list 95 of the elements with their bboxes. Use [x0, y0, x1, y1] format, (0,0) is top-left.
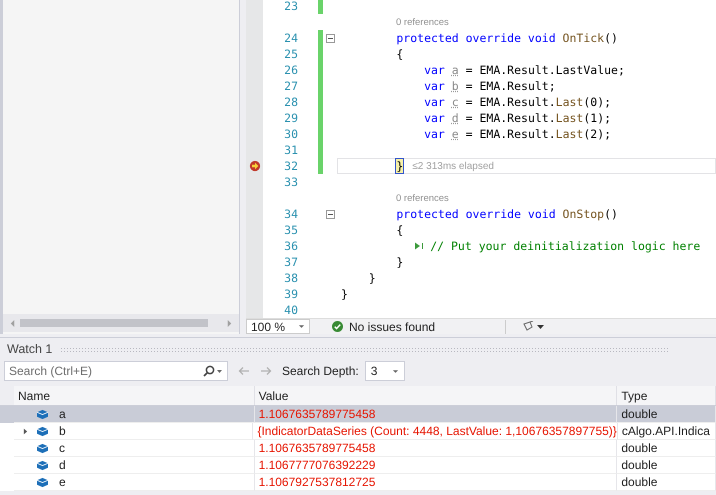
code-text: = EMA.Result. [464, 127, 556, 141]
variable-name: e [452, 127, 459, 141]
method-name: OnStop [562, 207, 604, 221]
collapse-icon[interactable] [326, 210, 334, 218]
code-text: } [368, 271, 376, 285]
scrollbar-thumb[interactable] [20, 319, 208, 327]
variable-name: d [59, 458, 66, 472]
run-to-click-icon[interactable] [414, 241, 424, 251]
collapse-icon[interactable] [326, 34, 334, 42]
code-text: } [341, 287, 348, 301]
search-field[interactable]: Search (Ctrl+E) [4, 361, 228, 381]
horizontal-scrollbar[interactable] [3, 314, 239, 332]
watch-row[interactable]: b {IndicatorDataSeries (Count: 4448, LastValue: 1,10676357897755)} cAlgo.API.Indica [0, 423, 716, 440]
line-number: 40 [284, 303, 298, 317]
variable-name: d [452, 111, 459, 125]
code-text: (2); [583, 127, 612, 141]
back-arrow-icon[interactable] [238, 366, 250, 376]
keyword: protected override void [396, 207, 557, 221]
line-number: 34 [284, 207, 298, 221]
line-number: 33 [284, 175, 298, 189]
search-icon[interactable] [202, 365, 224, 377]
search-depth-dropdown[interactable]: 3 [364, 361, 405, 381]
forward-arrow-icon[interactable] [260, 366, 272, 376]
code-text: () [604, 207, 618, 221]
keyword: var [424, 79, 446, 93]
issues-status: No issues found [349, 320, 436, 334]
line-number: 25 [284, 47, 298, 61]
code-text: = EMA.Result. [464, 111, 556, 125]
method-name: Last [556, 95, 584, 109]
left-arrow-icon[interactable] [9, 318, 16, 328]
line-number: 28 [284, 95, 298, 109]
code-text: = EMA.Result; [464, 79, 556, 93]
keyword: var [424, 95, 446, 109]
column-header[interactable]: Value [254, 386, 618, 405]
variable-name: b [59, 424, 66, 438]
line-number: 37 [284, 255, 298, 269]
code-text: = EMA.Result. [464, 95, 556, 109]
watch-row[interactable]: e 1.1067927537812725 double [0, 474, 716, 491]
line-number: 30 [284, 127, 298, 141]
keyword: protected override void [396, 31, 557, 45]
variable-name: c [59, 441, 65, 455]
column-header[interactable]: Type [617, 386, 716, 405]
elapsed-time-hint: ≤2 313ms elapsed [412, 160, 494, 172]
search-depth-label: Search Depth: [282, 364, 359, 378]
dropdown-caret-icon [298, 324, 305, 329]
keyword: var [424, 127, 446, 141]
method-name: OnTick [562, 31, 604, 45]
code-text: (0); [583, 95, 612, 109]
watch-row[interactable]: a 1.1067635789775458 double [0, 406, 716, 423]
code-text: = EMA.Result.LastValue; [464, 63, 625, 77]
code-text: { [396, 223, 404, 237]
right-arrow-icon[interactable] [226, 318, 233, 328]
type-cell: double [617, 474, 716, 491]
line-number: 31 [284, 143, 298, 157]
brush-icon[interactable] [522, 320, 546, 332]
variable-name: a [59, 407, 66, 421]
code-text: } [396, 255, 404, 269]
keyword: var [424, 111, 446, 125]
expand-arrow-icon[interactable] [22, 428, 28, 434]
variable-name: a [452, 63, 459, 77]
watch-row[interactable]: d 1.1067777076392229 double [0, 457, 716, 474]
method-name: Last [556, 111, 584, 125]
field-icon [36, 442, 49, 454]
line-number: 23 [284, 0, 298, 13]
line-number: 27 [284, 79, 298, 93]
zoom-dropdown[interactable]: 100 % [246, 319, 310, 334]
line-number: 39 [284, 287, 298, 301]
variable-name: b [452, 79, 459, 93]
code-text: () [604, 31, 618, 45]
keyword: var [424, 63, 446, 77]
code-text: (1); [583, 111, 612, 125]
line-number: 36 [284, 239, 298, 253]
line-number: 38 [284, 271, 298, 285]
line-number: 26 [284, 63, 298, 77]
watch-row[interactable]: c 1.1067635789775458 double [0, 440, 716, 457]
check-circle-icon [332, 321, 343, 332]
dropdown-caret-icon [392, 368, 399, 374]
line-number: 29 [284, 111, 298, 125]
field-icon [36, 426, 49, 436]
current-statement-icon[interactable] [248, 160, 260, 172]
method-name: Last [556, 127, 584, 141]
code-text: { [396, 47, 404, 61]
line-number: 32 [284, 159, 298, 173]
highlighted-brace: } [396, 159, 404, 173]
variable-name: e [59, 475, 66, 489]
value-cell: 1.1067927537812725 [254, 474, 618, 491]
field-icon [36, 408, 49, 420]
field-icon [36, 476, 49, 488]
line-number: 35 [284, 223, 298, 237]
line-number: 24 [284, 31, 298, 45]
code-comment: // Put your deinitialization logic here [430, 239, 700, 253]
field-icon [36, 460, 49, 470]
variable-name: c [452, 95, 459, 109]
column-header[interactable]: Name [14, 386, 255, 405]
panel-title: Watch 1 [7, 342, 52, 356]
